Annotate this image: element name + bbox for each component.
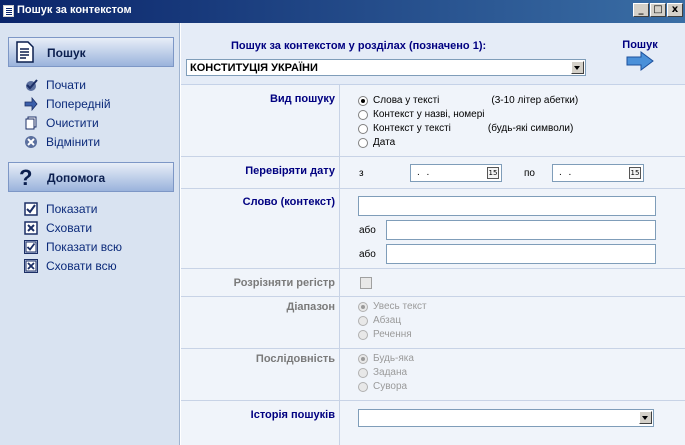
date-to-field[interactable]: . . 15 [552, 164, 644, 182]
sidebar-item-label: Показати [46, 202, 98, 216]
chevron-down-icon[interactable] [571, 61, 584, 74]
cancel-icon [24, 135, 38, 149]
history-row: Історія пошуків [181, 401, 685, 445]
checkbox-x-icon [24, 221, 38, 235]
search-header: Пошук за контекстом у розділах (позначен… [181, 23, 685, 85]
range-option-paragraph[interactable]: Абзац [358, 315, 401, 326]
sequence-row: Послідовність Будь-яка Задана Сувора [181, 349, 685, 401]
range-option-all[interactable]: Увесь текст [358, 301, 427, 312]
search-section-title: Пошук [47, 46, 86, 60]
sidebar-item-start[interactable]: Почати [24, 76, 86, 94]
radio-button[interactable] [358, 137, 368, 148]
checkbox-x-framed-icon [24, 259, 38, 273]
option-note: (будь-які символи) [487, 123, 574, 134]
search-go-label: Пошук [622, 39, 658, 51]
checkbox-checked-icon [24, 202, 38, 216]
sidebar-item-label: Відмінити [46, 135, 101, 149]
sidebar-item-label: Сховати [46, 221, 93, 235]
sidebar-item-label: Сховати всю [46, 259, 117, 273]
window-title: Пошук за контекстом [17, 4, 132, 16]
history-select[interactable] [358, 409, 654, 427]
range-option-sentence[interactable]: Речення [358, 329, 412, 340]
search-form: Пошук за контекстом у розділах (позначен… [181, 23, 685, 445]
or-label: або [359, 249, 376, 260]
radio-button[interactable] [358, 301, 368, 312]
search-type-label: Вид пошуку [269, 93, 335, 105]
chevron-down-icon[interactable] [639, 411, 652, 424]
case-checkbox[interactable] [360, 277, 372, 289]
sequence-option-any[interactable]: Будь-яка [358, 353, 414, 364]
date-label: Перевіряти дату [245, 165, 335, 177]
search-header-title: Пошук за контекстом у розділах (позначен… [231, 40, 487, 52]
close-button[interactable]: x [667, 3, 683, 17]
search-type-option-context[interactable]: Контекст у тексті (будь-які символи) [358, 123, 573, 134]
sidebar-item-cancel[interactable]: Відмінити [24, 133, 100, 151]
section-select[interactable]: КОНСТИТУЦІЯ УКРАЇНИ [186, 59, 586, 76]
sidebar-item-show[interactable]: Показати [24, 200, 97, 218]
help-section-title: Допомога [47, 171, 106, 185]
sidebar-item-label: Очистити [46, 116, 99, 130]
option-note: (3-10 літер абетки) [491, 95, 579, 106]
document-icon [16, 41, 34, 63]
range-row: Діапазон Увесь текст Абзац Речення [181, 297, 685, 349]
history-label: Історія пошуків [250, 409, 335, 421]
maximize-button[interactable]: □ [650, 3, 666, 17]
word-input-2[interactable] [386, 220, 656, 240]
sidebar-item-show-all[interactable]: Показати всю [24, 238, 122, 256]
sidebar-item-clear[interactable]: Очистити [24, 114, 99, 132]
word-row: Слово (контекст) або або [181, 189, 685, 269]
word-input-3[interactable] [386, 244, 656, 264]
or-label: або [359, 225, 376, 236]
date-to-label: по [524, 168, 535, 179]
sequence-label: Послідовність [255, 353, 335, 365]
sidebar-item-label: Почати [46, 78, 86, 92]
window-title-bar: Пошук за контекстом _ □ x [0, 0, 685, 23]
arrow-right-icon [626, 51, 654, 71]
window-icon [3, 5, 14, 17]
word-label: Слово (контекст) [242, 196, 335, 208]
calendar-icon[interactable]: 15 [629, 167, 641, 179]
sequence-option-given[interactable]: Задана [358, 367, 407, 378]
date-from-field[interactable]: . . 15 [410, 164, 502, 182]
radio-button[interactable] [358, 381, 368, 392]
date-row: Перевіряти дату з . . 15 по . . 15 [181, 157, 685, 189]
date-from-label: з [359, 168, 364, 179]
sidebar: Пошук Почати Попередній Очистити Відміни… [0, 23, 180, 445]
radio-button[interactable] [358, 315, 368, 326]
check-icon [24, 78, 38, 92]
question-icon: ? [19, 166, 32, 188]
calendar-icon[interactable]: 15 [487, 167, 499, 179]
svg-text:?: ? [19, 166, 32, 188]
radio-button[interactable] [358, 329, 368, 340]
sidebar-item-hide[interactable]: Сховати [24, 219, 92, 237]
radio-button[interactable] [358, 353, 368, 364]
case-label: Розрізняти регістр [233, 277, 335, 289]
minimize-button[interactable]: _ [633, 3, 649, 17]
sidebar-item-previous[interactable]: Попередній [24, 95, 111, 113]
help-section-header: ? Допомога [8, 162, 174, 192]
radio-button[interactable] [358, 123, 368, 134]
arrow-right-icon [24, 97, 38, 111]
search-type-row: Вид пошуку Слова у тексті (3-10 літер аб… [181, 85, 685, 157]
section-select-value: КОНСТИТУЦІЯ УКРАЇНИ [190, 62, 318, 74]
search-section-header: Пошук [8, 37, 174, 67]
radio-button[interactable] [358, 367, 368, 378]
search-go-button[interactable]: Пошук [615, 39, 665, 74]
pages-icon [24, 116, 38, 130]
case-row: Розрізняти регістр [181, 269, 685, 297]
radio-button[interactable] [358, 95, 368, 106]
word-input-1[interactable] [358, 196, 656, 216]
sidebar-item-label: Показати всю [46, 240, 123, 254]
sequence-option-strict[interactable]: Сувора [358, 381, 407, 392]
search-type-option-title[interactable]: Контекст у назві, номері [358, 109, 485, 120]
search-type-option-words[interactable]: Слова у тексті (3-10 літер абетки) [358, 95, 578, 106]
sidebar-item-label: Попередній [46, 97, 111, 111]
checkbox-checked-framed-icon [24, 240, 38, 254]
search-type-option-date[interactable]: Дата [358, 137, 395, 148]
sidebar-item-hide-all[interactable]: Сховати всю [24, 257, 117, 275]
range-label: Діапазон [286, 301, 335, 313]
radio-button[interactable] [358, 109, 368, 120]
